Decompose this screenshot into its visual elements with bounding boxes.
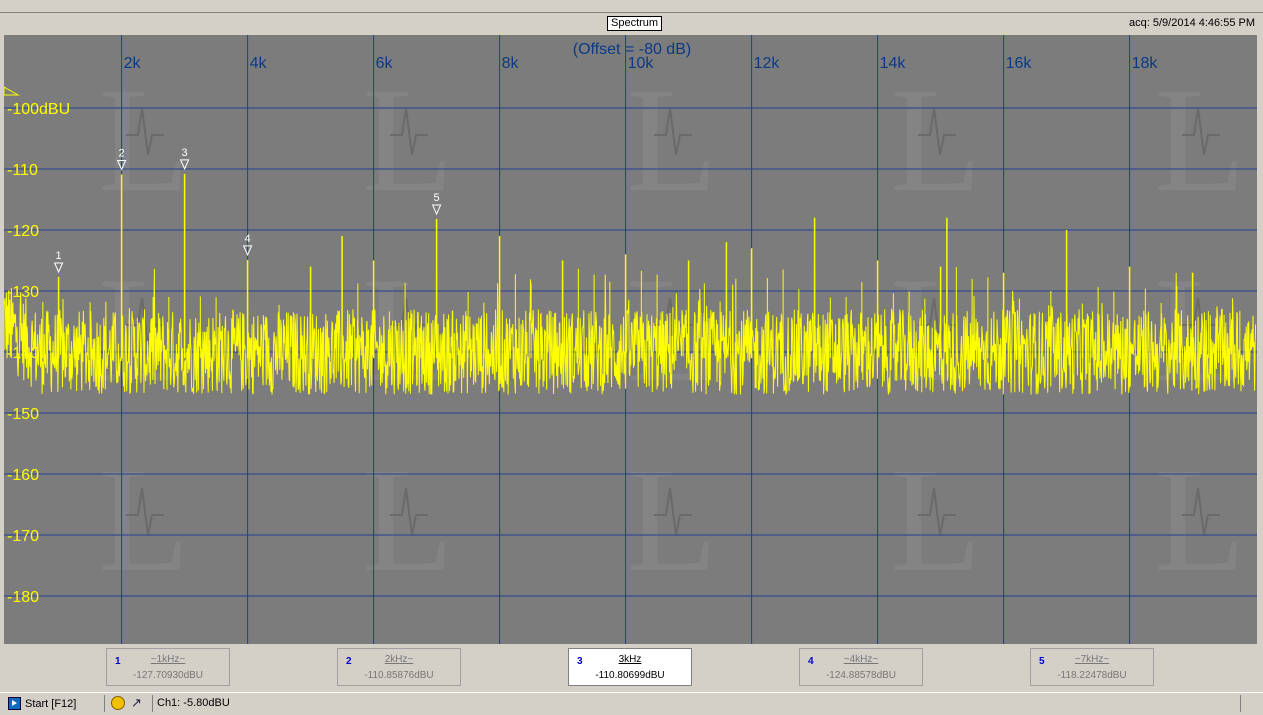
y-tick-label: -100dBU [7, 101, 70, 118]
chart-title: (Offset = -80 dB) [573, 41, 691, 58]
marker-number: 1 [56, 250, 62, 262]
marker-readout-2[interactable]: 2 2kHz~ -110.85876dBU [337, 648, 461, 686]
status-bar: Start [F12] ↗ Ch1: -5.80dBU [0, 692, 1263, 715]
y-tick-label: -110 [7, 162, 38, 179]
watermark-letter: L [98, 57, 190, 223]
watermark-letter: L [98, 437, 190, 603]
watermark-letter: L [626, 437, 718, 603]
watermark-letter: L [626, 57, 718, 223]
marker-readout-name[interactable]: ~1kHz~ [107, 654, 229, 665]
marker-readout-value: -124.88578dBU [825, 670, 897, 681]
start-button[interactable]: Start [F12] [8, 697, 76, 710]
y-tick-label: -120 [7, 223, 39, 240]
x-tick-label: 6k [376, 55, 394, 72]
watermark-letter: L [890, 57, 982, 223]
title-bar: Spectrum acq: 5/9/2014 4:46:55 PM [0, 13, 1263, 34]
marker-readout-bar: 1 ~1kHz~ -127.70930dBU 2 2kHz~ -110.85876dBU 3… [0, 644, 1263, 690]
marker-readout-1[interactable]: 1 ~1kHz~ -127.70930dBU [106, 648, 230, 686]
y-tick-label: -130 [7, 284, 39, 301]
watermark-letter: L [1154, 437, 1246, 603]
marker-number: 5 [434, 192, 440, 204]
watermark-letter: L [1154, 57, 1246, 223]
marker-number: 2 [119, 147, 125, 159]
marker-readout-3[interactable]: 3 3kHz -110.80699dBU [568, 648, 692, 686]
probe-icon[interactable]: ↗ [131, 695, 142, 711]
y-tick-label: -170 [7, 528, 39, 545]
x-tick-label: 18k [1132, 55, 1159, 72]
watermark-letter: L [362, 57, 454, 223]
x-tick-label: 2k [124, 55, 142, 72]
marker-readout-name[interactable]: 3kHz [569, 654, 691, 665]
x-tick-label: 12k [754, 55, 781, 72]
marker-readout-name[interactable]: ~4kHz~ [800, 654, 922, 665]
acquisition-timestamp: acq: 5/9/2014 4:46:55 PM [1129, 17, 1255, 29]
spectrum-chart[interactable]: LLLLLLLLLLLLLLL 2k 4k 6k 8k 10k 12k 14k 16k 18k-… [4, 35, 1257, 644]
start-label: Start [F12] [25, 697, 77, 710]
marker-readout-value: -118.22478dBU [1057, 670, 1127, 681]
marker-readout-value: -110.80699dBU [595, 670, 665, 681]
trace-title[interactable]: Spectrum [607, 16, 663, 31]
marker-readout-value: -127.70930dBU [132, 670, 204, 681]
marker-readout-value: -110.85876dBU [364, 670, 434, 681]
x-tick-label: 4k [250, 55, 268, 72]
marker-number: 4 [245, 233, 251, 245]
x-tick-label: 16k [1006, 55, 1033, 72]
y-tick-label: -150 [7, 406, 39, 423]
trigger-clock-icon[interactable] [111, 696, 125, 710]
status-divider [104, 695, 105, 712]
marker-readout-name[interactable]: 2kHz~ [338, 654, 460, 665]
channel-readout: Ch1: -5.80dBU [157, 697, 230, 709]
status-divider [1240, 695, 1241, 712]
y-tick-label: -180 [7, 589, 39, 606]
watermark-letter: L [890, 437, 982, 603]
y-tick-label: -140 [7, 345, 39, 362]
marker-number: 3 [182, 147, 188, 159]
x-tick-label: 8k [502, 55, 520, 72]
marker-readout-4[interactable]: 4 ~4kHz~ -124.88578dBU [799, 648, 923, 686]
marker-readout-5[interactable]: 5 ~7kHz~ -118.22478dBU [1030, 648, 1154, 686]
status-divider [152, 695, 153, 712]
x-tick-label: 14k [880, 55, 907, 72]
y-tick-label: -160 [7, 467, 39, 484]
watermark-letter: L [362, 437, 454, 603]
marker-readout-name[interactable]: ~7kHz~ [1031, 654, 1153, 665]
play-icon [8, 697, 21, 710]
top-strip [0, 0, 1263, 13]
